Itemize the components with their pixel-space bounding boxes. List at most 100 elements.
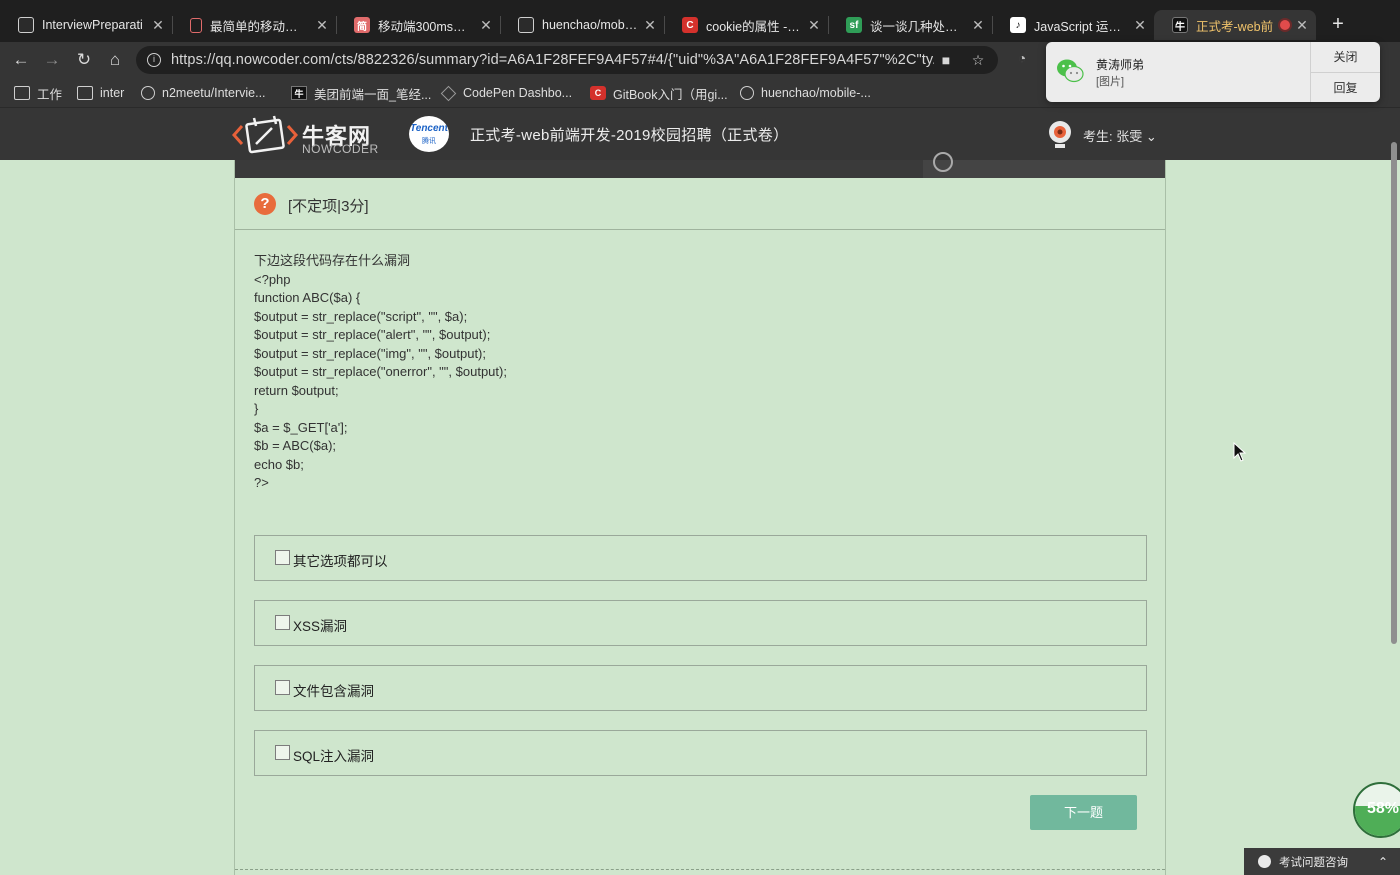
code-line: echo $b; [254, 456, 304, 472]
answer-option[interactable]: SQL注入漏洞 [254, 730, 1147, 776]
logo-subtext: NOWCODER [302, 142, 379, 156]
question-mark-icon: ? [254, 193, 276, 215]
info-icon[interactable]: i [147, 53, 161, 67]
camera-icon[interactable]: ■ [934, 52, 958, 68]
nowcoder-icon: 牛 [1172, 17, 1188, 33]
browser-tab[interactable]: ♪ JavaScript 运行机 ✕ [992, 10, 1154, 40]
option-checkbox[interactable] [275, 745, 290, 760]
option-label: SQL注入漏洞 [293, 749, 375, 764]
recording-icon [1280, 20, 1290, 30]
back-arrow-icon[interactable]: ← [9, 48, 33, 72]
option-label: XSS漏洞 [293, 619, 348, 634]
tab-title: 谈一谈几种处理Jav [870, 19, 966, 34]
tab-title: huenchao/mobile- [542, 18, 638, 32]
folder-icon [77, 86, 93, 100]
next-question-button[interactable]: 下一题 [1030, 795, 1137, 830]
codepen-icon [440, 85, 457, 101]
bookmark-item[interactable]: 牛 美团前端一面_笔经... [291, 82, 431, 104]
tencent-badge-en: Tencent [410, 123, 448, 134]
wechat-notification[interactable]: 黄涛师弟 [图片] 关闭 回复 [1046, 42, 1380, 102]
document-icon [190, 17, 202, 33]
browser-tab-strip: InterviewPreparati ✕ 最简单的移动端适配 ✕ 简 移动端30… [0, 0, 1400, 42]
notification-reply-button[interactable]: 回复 [1311, 72, 1380, 102]
github-icon [18, 17, 34, 33]
star-icon[interactable]: ☆ [966, 52, 990, 69]
code-line: return $output; [254, 382, 339, 398]
scrollbar-thumb[interactable] [1391, 142, 1397, 644]
extension-icon[interactable]: ◔ [1012, 50, 1032, 70]
close-icon[interactable]: ✕ [1134, 17, 1146, 34]
browser-tab-active[interactable]: 牛 正式考-web前 ✕ [1154, 10, 1316, 40]
notification-sender: 黄涛师弟 [1096, 58, 1145, 72]
close-icon[interactable]: ✕ [972, 17, 984, 34]
option-checkbox[interactable] [275, 550, 290, 565]
notification-close-button[interactable]: 关闭 [1311, 42, 1380, 72]
option-checkbox[interactable] [275, 680, 290, 695]
code-line: $output = str_replace("alert", "", $outp… [254, 327, 491, 342]
wechat-icon [1057, 59, 1084, 83]
close-icon[interactable]: ✕ [644, 17, 656, 34]
browser-tab[interactable]: 最简单的移动端适配 ✕ [172, 10, 336, 40]
new-tab-button[interactable]: + [1326, 12, 1350, 36]
clock-icon [933, 152, 953, 172]
tab-title: 最简单的移动端适配 [210, 19, 310, 34]
browser-tab[interactable]: C cookie的属性 - CS ✕ [664, 10, 828, 40]
bookmark-label: GitBook入门（用gi... [613, 87, 728, 102]
address-bar[interactable]: i https://qq.nowcoder.com/cts/8822326/su… [136, 46, 998, 74]
option-checkbox[interactable] [275, 615, 290, 630]
browser-tab[interactable]: sf 谈一谈几种处理Jav ✕ [828, 10, 992, 40]
code-line: $a = $_GET['a']; [254, 419, 348, 435]
exam-consult-button[interactable]: 考试问题咨询 ⌃ [1244, 848, 1400, 875]
question-card: ? [不定项|3分] 下边这段代码存在什么漏洞 <?php function A… [234, 152, 1166, 875]
question-line: 下边这段代码存在什么漏洞 [254, 253, 411, 268]
csdn-icon: C [682, 17, 698, 33]
bookmark-label: CodePen Dashbo... [463, 86, 573, 100]
chevron-down-icon: ⌄ [1145, 129, 1157, 144]
answer-option[interactable]: XSS漏洞 [254, 600, 1147, 646]
answer-option[interactable]: 其它选项都可以 [254, 535, 1147, 581]
notification-actions: 关闭 回复 [1310, 42, 1380, 102]
close-icon[interactable]: ✕ [808, 17, 820, 34]
browser-tab[interactable]: huenchao/mobile- ✕ [500, 10, 664, 40]
code-line: <?php [254, 271, 291, 287]
progress-indicator[interactable]: 58% [1353, 782, 1400, 838]
question-header: ? [不定项|3分] [235, 178, 1165, 230]
forward-arrow-icon[interactable]: → [40, 48, 64, 72]
bookmark-item[interactable]: C GitBook入门（用gi... [590, 82, 728, 104]
notification-message: [图片] [1096, 76, 1125, 88]
bookmark-item[interactable]: CodePen Dashbo... [440, 82, 573, 104]
close-icon[interactable]: ✕ [1296, 17, 1308, 34]
close-icon[interactable]: ✕ [480, 17, 492, 34]
nowcoder-logo-icon [231, 115, 299, 154]
tab-title: InterviewPreparati [42, 18, 143, 32]
examinee-dropdown[interactable]: 考生: 张雯 ⌄ [1083, 126, 1157, 145]
close-icon[interactable]: ✕ [152, 17, 164, 34]
home-icon[interactable]: ⌂ [103, 48, 127, 72]
code-line: } [254, 401, 259, 416]
reload-icon[interactable]: ↻ [72, 48, 96, 72]
bookmark-item[interactable]: huenchao/mobile-... [740, 82, 871, 104]
bookmark-item[interactable]: 工作 [14, 82, 62, 104]
github-icon [518, 17, 534, 33]
code-line: $output = str_replace("script", "", $a); [254, 308, 468, 324]
chevron-up-icon: ⌃ [1377, 854, 1388, 869]
bookmark-label: 工作 [37, 87, 63, 102]
progress-text: 58% [1366, 800, 1400, 817]
exam-title: 正式考-web前端开发-2019校园招聘（正式卷） [470, 127, 789, 144]
bookmark-label: n2meetu/Intervie... [162, 86, 266, 100]
consult-label: 考试问题咨询 [1279, 856, 1348, 869]
github-icon [740, 86, 754, 100]
bookmark-item[interactable]: inter [77, 82, 124, 104]
divider [235, 869, 1165, 870]
tab-title: cookie的属性 - CS [706, 19, 802, 34]
browser-tab[interactable]: 简 移动端300ms点击 ✕ [336, 10, 500, 40]
page-scrollbar[interactable] [1389, 140, 1400, 875]
webcam-icon [1049, 121, 1071, 148]
answer-option[interactable]: 文件包含漏洞 [254, 665, 1147, 711]
csdn-icon: C [590, 86, 606, 100]
browser-tab[interactable]: InterviewPreparati ✕ [0, 10, 172, 40]
question-type: [不定项|3分] [288, 198, 369, 215]
bookmark-item[interactable]: n2meetu/Intervie... [141, 82, 266, 104]
nowcoder-logo[interactable]: 牛客网 NOWCODER [231, 114, 382, 156]
close-icon[interactable]: ✕ [316, 17, 328, 34]
